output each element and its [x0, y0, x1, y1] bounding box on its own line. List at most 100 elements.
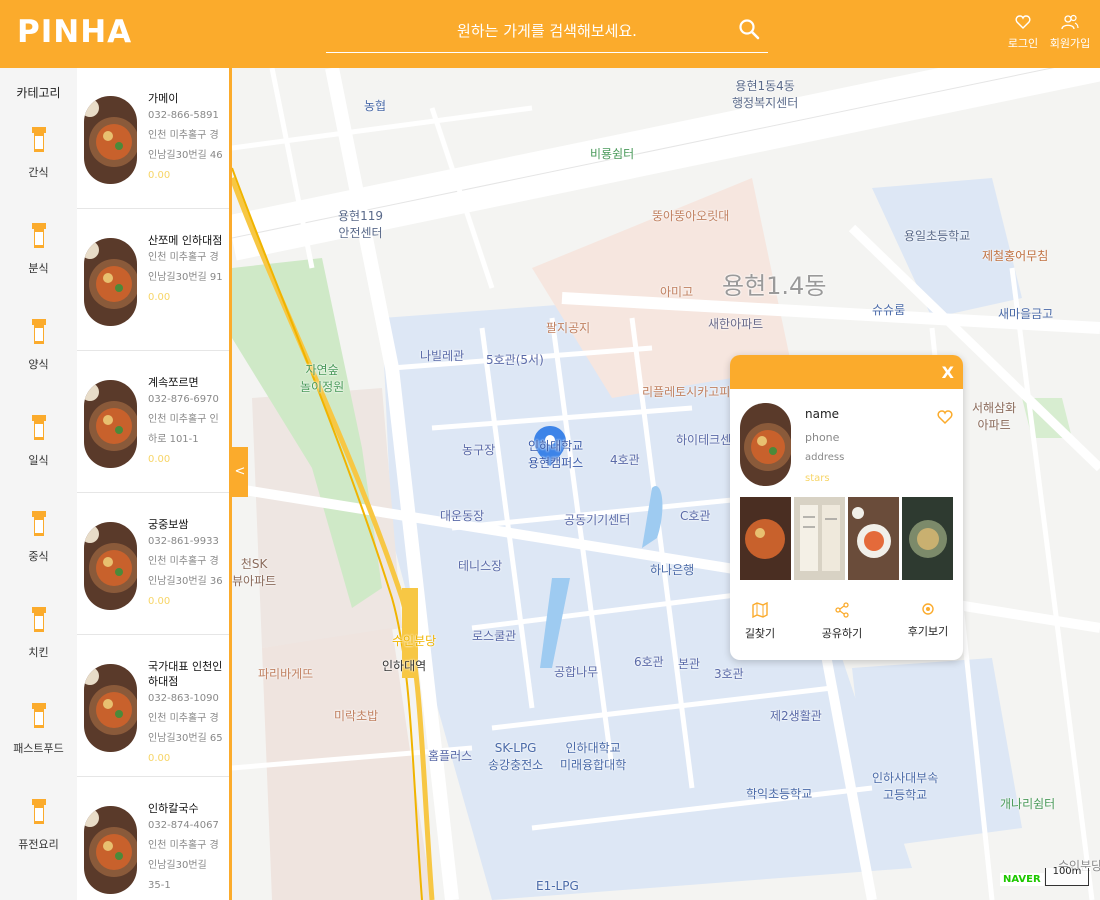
map-place-label[interactable]: 인하대학교미래융합대학 [560, 740, 626, 774]
map-place-label[interactable]: 테니스장 [458, 558, 502, 575]
map-place-label[interactable]: 제철홍어무침 [982, 248, 1048, 265]
map-place-label[interactable]: 하나은행 [650, 562, 694, 579]
map-place-label[interactable]: 본관 [678, 656, 700, 673]
restaurant-card[interactable]: 국가대표 인천인하대점 032-863-1090 인천 미추홀구 경인남길30번길 … [77, 636, 229, 777]
map-label-text: 나빌레관 [420, 349, 465, 363]
category-sidebar: 카테고리 간식 분식 양식 일식 중식 치킨 패스트푸드 퓨전요리 [0, 68, 77, 900]
restaurant-stars: 0.00 [148, 170, 171, 181]
map-place-label[interactable]: 농구장 [462, 442, 495, 459]
restaurant-card[interactable]: 궁중보쌈 032-861-9933 인천 미추홀구 경인남길30번길 36 0.00 [77, 494, 229, 635]
map-place-label[interactable]: 인하사대부속 고등학교 [872, 770, 938, 804]
category-item[interactable]: 중식 [0, 508, 77, 588]
map-place-label[interactable]: 로스쿨관 [472, 628, 516, 645]
map-place-label[interactable]: 천SK 뷰아파트 [232, 556, 276, 590]
search-icon[interactable] [738, 18, 762, 42]
map-place-label[interactable]: 인하대학교 용현캠퍼스 [528, 438, 583, 472]
map-place-label[interactable]: 인하대역 [382, 658, 426, 675]
restaurant-list[interactable]: 가메이 032-866-5891 인천 미추홀구 경인남길30번길 46 0.00 산쪼… [77, 68, 229, 900]
map-place-label[interactable]: 팔지공지 [546, 320, 590, 337]
map-place-label[interactable]: 아미고 [660, 284, 693, 301]
category-item[interactable]: 패스트푸드 [0, 700, 77, 780]
map-place-label[interactable]: 새마을금고 [998, 306, 1053, 323]
category-label: 치킨 [28, 646, 49, 659]
map-place-label[interactable]: 리플레토시카고피자 [642, 384, 741, 401]
map-place-label[interactable]: 제2생활관 [770, 708, 822, 725]
map-place-label[interactable]: 자연숲 놀이정원 [300, 362, 344, 396]
category-label: 양식 [28, 358, 49, 371]
map-place-label[interactable]: 수인분당 [392, 633, 436, 650]
logo[interactable]: PINHA [17, 14, 132, 50]
list-toggle-button[interactable]: < [232, 447, 248, 497]
map-place-label[interactable]: 나빌레관 [420, 348, 464, 365]
restaurant-thumbnail [84, 380, 137, 468]
map-place-label[interactable]: 4호관 [610, 452, 640, 469]
popup-thumbnail[interactable] [740, 403, 791, 486]
map-place-label[interactable]: 6호관 [634, 654, 664, 671]
favorite-heart-icon[interactable] [937, 409, 953, 429]
share-button[interactable]: 공유하기 [812, 602, 872, 641]
close-button[interactable]: X [942, 363, 954, 382]
map-place-label[interactable]: 서해삼화 아파트 [972, 400, 1016, 434]
signup-button[interactable]: 회원가입 [1045, 14, 1095, 51]
map-canvas[interactable] [232, 68, 1100, 900]
restaurant-address: 인천 미추홀구 경인남길30번길 91 [148, 252, 223, 283]
naver-logo[interactable]: NAVER [1000, 873, 1044, 886]
map-place-label[interactable]: E1-LPG [536, 878, 579, 895]
map-label-subtext: 미래융합대학 [560, 758, 627, 772]
login-button[interactable]: 로그인 [998, 14, 1048, 51]
signup-label: 회원가입 [1049, 37, 1091, 50]
map-place-label[interactable]: 파리바게뜨 [258, 666, 313, 683]
category-item[interactable]: 치킨 [0, 604, 77, 684]
gallery-photo[interactable] [740, 497, 791, 580]
map-label-text: 비룡쉼터 [590, 147, 635, 161]
map-view[interactable]: 용현1동4동 행정복지센터농협비룡쉼터용현119 안전센터 뚱아뚱아오릿대용일초등학교… [232, 68, 1100, 900]
category-item[interactable]: 일식 [0, 412, 77, 492]
restaurant-card[interactable]: 산쪼메 인하대점 인천 미추홀구 경인남길30번길 91 0.00 [77, 210, 229, 351]
map-place-label[interactable]: 용현119 안전센터 [338, 208, 383, 242]
map-place-label[interactable]: 뚱아뚱아오릿대 [652, 208, 729, 225]
search-input[interactable] [326, 10, 768, 52]
map-label-text: 4호관 [610, 453, 640, 467]
gallery-photo[interactable] [794, 497, 845, 580]
map-place-label[interactable]: C호관 [680, 508, 710, 525]
share-label: 공유하기 [821, 627, 863, 640]
reviews-button[interactable]: 후기보기 [898, 602, 958, 639]
map-place-label[interactable]: 미락초밥 [334, 708, 378, 725]
map-place-label[interactable]: 5호관(5서) [486, 352, 544, 369]
map-place-label[interactable]: 공동기기센터 [564, 512, 630, 529]
restaurant-card[interactable]: 가메이 032-866-5891 인천 미추홀구 경인남길30번길 46 0.00 [77, 68, 229, 209]
map-place-label[interactable]: SK-LPG 송강충전소 [488, 740, 543, 774]
popup-header [730, 355, 963, 389]
gallery-photo[interactable] [848, 497, 899, 580]
map-place-label[interactable]: 새한아파트 [708, 316, 763, 333]
restaurant-address: 인천 미추홀구 인하로 101-1 [148, 414, 219, 445]
map-place-label[interactable]: 농협 [364, 98, 386, 115]
directions-button[interactable]: 길찾기 [730, 601, 790, 641]
category-item[interactable]: 양식 [0, 316, 77, 396]
category-item[interactable]: 분식 [0, 220, 77, 300]
map-label-text: 개나리쉼터 [1000, 797, 1056, 811]
category-item[interactable]: 간식 [0, 124, 77, 204]
map-place-label[interactable]: 용일초등학교 [904, 228, 970, 245]
cup-icon [31, 799, 46, 824]
map-place-label[interactable]: 용현1동4동 행정복지센터 [732, 78, 798, 112]
popup-stars: stars [805, 473, 830, 484]
map-label-text: 자연숲 [305, 363, 339, 377]
map-place-label[interactable]: 학익초등학교 [746, 786, 812, 803]
map-place-label[interactable]: 공합나무 [554, 664, 598, 681]
map-place-label[interactable]: 대운동장 [440, 508, 484, 525]
map-place-label[interactable]: 용현1.4동 [722, 274, 826, 298]
cup-icon [31, 415, 46, 440]
map-place-label[interactable]: 홈플러스 [428, 748, 472, 765]
map-label-text: 인하대학교 [565, 741, 621, 755]
map-place-label[interactable]: 개나리쉼터 [1000, 796, 1055, 813]
gallery-photo[interactable] [902, 497, 953, 580]
map-label-text: E1-LPG [536, 879, 579, 893]
map-place-label[interactable]: 3호관 [714, 666, 744, 683]
restaurant-card[interactable]: 계속쪼르면 032-876-6970 인천 미추홀구 인하로 101-1 0.00 [77, 352, 229, 493]
restaurant-card[interactable]: 인하칼국수 032-874-4067 인천 미추홀구 경인남길30번길 35-1 0.… [77, 778, 229, 900]
top-header: PINHA 로그인 회원가입 [0, 0, 1100, 68]
category-item[interactable]: 퓨전요리 [0, 796, 77, 876]
map-place-label[interactable]: 비룡쉼터 [590, 146, 634, 163]
map-place-label[interactable]: 슈슈룸 [872, 302, 905, 319]
